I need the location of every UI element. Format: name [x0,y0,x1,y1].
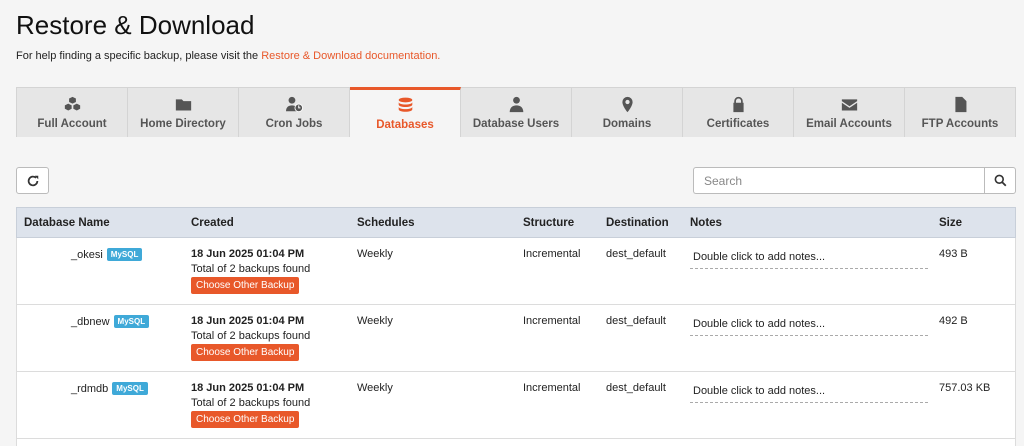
choose-other-backup-button[interactable]: Choose Other Backup [191,411,300,428]
tab-cron-jobs[interactable]: Cron Jobs [239,88,350,137]
search-icon [994,174,1006,187]
user-tie-icon [509,96,523,112]
column-header-size[interactable]: Size [939,217,962,229]
lock-icon [732,96,744,112]
column-header-name[interactable]: Database Name [24,217,110,229]
tab-ftp-accounts[interactable]: FTP Accounts [905,88,1015,137]
cubes-icon [64,96,80,110]
restore-tabs: Full Account Home Directory Cron Jobs Da… [16,87,1016,137]
structure-cell: Incremental [523,315,581,327]
database-name-text: _rdmdb [71,382,109,395]
created-cell: 18 Jun 2025 01:04 PM Total of 2 backups … [191,382,310,428]
mysql-badge: MySQL [106,248,143,261]
table-row [16,439,1016,446]
choose-other-backup-button[interactable]: Choose Other Backup [191,277,300,294]
database-name: _dbnew MySQL [71,315,150,328]
backup-date: 18 Jun 2025 01:04 PM [191,382,305,394]
backup-date: 18 Jun 2025 01:04 PM [191,248,305,260]
search-button[interactable] [984,167,1016,194]
backup-date: 18 Jun 2025 01:04 PM [191,315,305,327]
table-header: Database Name Created Schedules Structur… [16,207,1016,238]
envelope-icon [841,98,857,110]
database-name-text: _dbnew [71,315,110,328]
structure-cell: Incremental [523,248,581,260]
schedule-cell: Weekly [357,382,393,394]
destination-cell: dest_default [606,315,666,327]
database-name: _rdmdb MySQL [71,382,148,395]
refresh-icon [27,175,38,186]
backup-count: Total of 2 backups found [191,397,311,409]
destination-cell: dest_default [606,248,666,260]
table-row: _dbnew MySQL 18 Jun 2025 01:04 PM Total … [16,305,1016,372]
tab-databases[interactable]: Databases [350,87,461,137]
tab-label: Cron Jobs [265,117,323,130]
documentation-link[interactable]: Restore & Download documentation. [261,50,440,62]
column-header-destination[interactable]: Destination [606,217,669,229]
destination-cell: dest_default [606,382,666,394]
user-clock-icon [285,96,303,112]
size-cell: 757.03 KB [939,382,991,394]
notes-field[interactable]: Double click to add notes... [690,385,928,403]
mysql-badge: MySQL [113,315,150,328]
tab-domains[interactable]: Domains [572,88,683,137]
database-name: _okesi MySQL [71,248,143,261]
tab-label: Domains [602,117,652,130]
table-row: _okesi MySQL 18 Jun 2025 01:04 PM Total … [16,238,1016,305]
help-text: For help finding a specific backup, plea… [16,50,440,62]
search-box [693,167,1016,194]
choose-other-backup-button[interactable]: Choose Other Backup [191,344,300,361]
tab-label: FTP Accounts [921,117,999,130]
table-row: _rdmdb MySQL 18 Jun 2025 01:04 PM Total … [16,372,1016,439]
created-cell: 18 Jun 2025 01:04 PM Total of 2 backups … [191,315,310,361]
help-text-prefix: For help finding a specific backup, plea… [16,50,262,62]
notes-field[interactable]: Double click to add notes... [690,251,928,269]
refresh-button[interactable] [16,167,49,194]
created-cell: 18 Jun 2025 01:04 PM Total of 2 backups … [191,248,310,294]
notes-field[interactable]: Double click to add notes... [690,318,928,336]
column-header-created[interactable]: Created [191,217,234,229]
schedule-cell: Weekly [357,315,393,327]
tab-email-accounts[interactable]: Email Accounts [794,88,905,137]
size-cell: 492 B [939,315,968,327]
tab-label: Databases [376,118,434,131]
folder-icon [175,98,191,110]
tab-certificates[interactable]: Certificates [683,88,794,137]
tab-label: Email Accounts [806,117,892,130]
database-icon [398,97,412,112]
structure-cell: Incremental [523,382,581,394]
tab-label: Full Account [37,117,107,130]
backup-count: Total of 2 backups found [191,263,311,275]
mysql-badge: MySQL [112,382,148,395]
column-header-notes[interactable]: Notes [690,217,722,229]
map-marker-icon [621,96,633,112]
column-header-schedules[interactable]: Schedules [357,217,415,229]
database-name-text: _okesi [71,248,103,261]
tab-database-users[interactable]: Database Users [461,88,572,137]
backup-count: Total of 2 backups found [191,330,311,342]
column-header-structure[interactable]: Structure [523,217,574,229]
size-cell: 493 B [939,248,968,260]
backups-table: Database Name Created Schedules Structur… [16,207,1016,446]
schedule-cell: Weekly [357,248,393,260]
file-icon [954,96,966,112]
search-input[interactable] [693,167,984,194]
page-title: Restore & Download [16,10,255,40]
tab-label: Home Directory [140,117,226,130]
tab-label: Database Users [472,117,560,130]
tab-label: Certificates [706,117,770,130]
tab-full-account[interactable]: Full Account [17,88,128,137]
tab-home-directory[interactable]: Home Directory [128,88,239,137]
